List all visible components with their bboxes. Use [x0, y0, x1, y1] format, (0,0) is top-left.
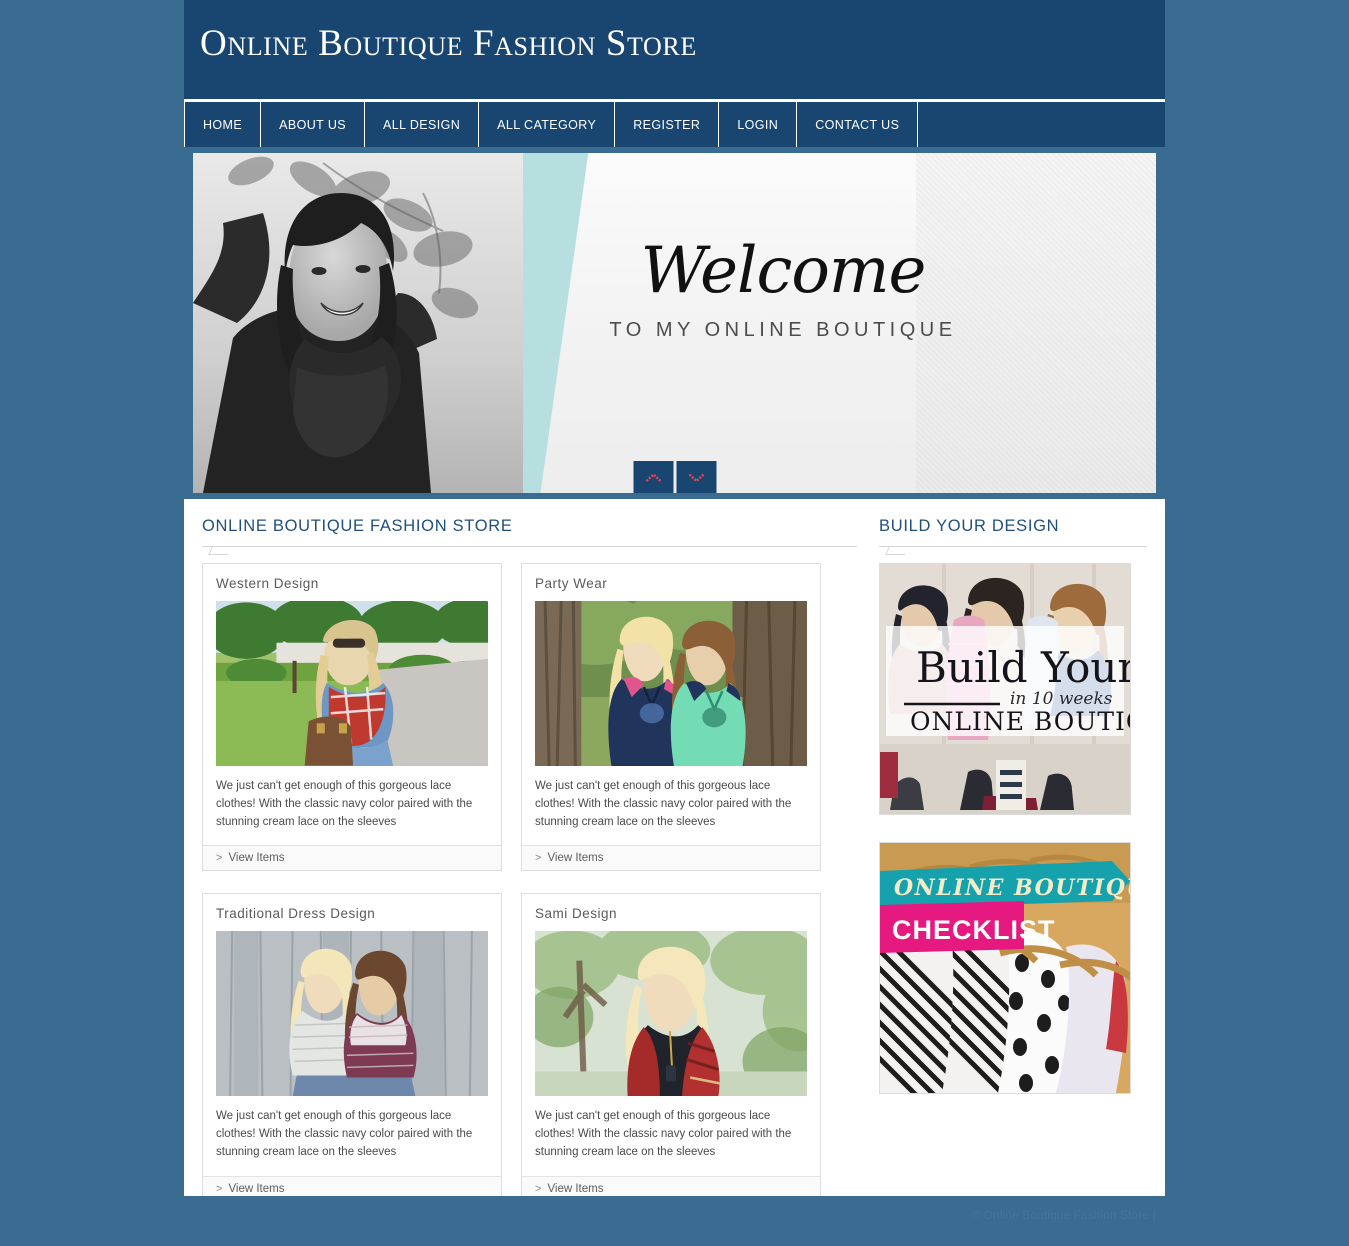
hero-subtitle: TO MY ONLINE BOUTIQUE [609, 319, 957, 341]
banner-line1: Build Your [916, 643, 1130, 692]
nav-item-all-category[interactable]: ALL CATEGORY [479, 102, 616, 147]
site-footer: © Online Boutique Fashion Store | [184, 1196, 1165, 1246]
card-view-items-label: View Items [547, 852, 604, 865]
main-section-rule [202, 546, 857, 547]
site-title: Online Boutique Fashion Store [200, 23, 697, 64]
chevron-right-icon: > [535, 852, 542, 865]
nav-item-contact-us[interactable]: CONTACT US [797, 102, 919, 147]
sidebar-column: BUILD YOUR DESIGN Build Your in 10 weeks… [879, 517, 1147, 1202]
card-image-western-design [216, 601, 488, 766]
design-card[interactable]: Party Wear We just can't get enough of t… [521, 563, 821, 872]
design-card[interactable]: Sami Design We just can't get enough of … [521, 893, 821, 1202]
nav-item-register[interactable]: REGISTER [615, 102, 720, 147]
site-wrapper: Online Boutique Fashion Store HOME ABOUT… [184, 0, 1165, 1246]
design-card[interactable]: Western Design We just can't get enough … [202, 563, 502, 872]
chevron-right-icon: > [216, 852, 223, 865]
main-column: ONLINE BOUTIQUE FASHION STORE Western De… [202, 517, 857, 1202]
nav-item-home[interactable]: HOME [184, 102, 262, 147]
card-title: Sami Design [535, 906, 618, 922]
card-view-items-label: View Items [547, 1182, 604, 1195]
hero-prev-button[interactable] [633, 461, 673, 493]
hero-text-block: Welcome TO MY ONLINE BOUTIQUE [573, 239, 993, 342]
main-navigation[interactable]: HOME ABOUT US ALL DESIGN ALL CATEGORY RE… [184, 102, 1165, 147]
chevron-up-icon [645, 472, 661, 482]
card-description: We just can't get enough of this gorgeou… [216, 780, 473, 828]
design-card-grid: Western Design We just can't get enough … [202, 563, 857, 1202]
card-view-items-label: View Items [228, 1182, 285, 1195]
page-root: Online Boutique Fashion Store HOME ABOUT… [0, 0, 1349, 1246]
hero-carousel-controls[interactable] [633, 461, 716, 493]
card-view-items-link[interactable]: > View Items [522, 845, 820, 871]
hero-next-button[interactable] [676, 461, 716, 493]
main-section-title: ONLINE BOUTIQUE FASHION STORE [202, 517, 513, 535]
card-view-items-label: View Items [228, 852, 285, 865]
content-area: ONLINE BOUTIQUE FASHION STORE Western De… [184, 499, 1165, 1236]
sidebar-section-header: BUILD YOUR DESIGN [879, 517, 1147, 555]
site-header: Online Boutique Fashion Store [184, 0, 1165, 99]
chevron-down-icon [688, 473, 704, 482]
sidebar-section-notch [885, 547, 909, 555]
hero-welcome-heading: Welcome [640, 234, 927, 308]
hero-model-photo [193, 153, 523, 493]
card-description: We just can't get enough of this gorgeou… [216, 1110, 473, 1159]
nav-item-about-us[interactable]: ABOUT US [261, 102, 365, 147]
main-section-notch [208, 547, 232, 555]
checklist-line1: ONLINE BOUTIQUE [894, 875, 1130, 901]
card-image-traditional-dress-design [216, 931, 488, 1097]
chevron-right-icon: > [535, 1182, 542, 1195]
footer-copyright: © Online Boutique Fashion Store | [971, 1210, 1156, 1222]
checklist-line2: CHECKLIST [892, 915, 1056, 945]
nav-item-login[interactable]: LOGIN [719, 102, 798, 147]
card-description: We just can't get enough of this gorgeou… [535, 1110, 792, 1159]
chevron-right-icon: > [216, 1182, 223, 1195]
card-image-party-wear [535, 601, 807, 766]
card-description: We just can't get enough of this gorgeou… [535, 780, 792, 828]
nav-item-all-design[interactable]: ALL DESIGN [365, 102, 480, 147]
card-title: Traditional Dress Design [216, 906, 376, 922]
banner-line2: in 10 weeks [1010, 689, 1113, 709]
card-image-sami-design [535, 931, 807, 1097]
sidebar-banner-build-your-design[interactable]: Build Your in 10 weeks ONLINE BOUTIQUE [879, 563, 1131, 815]
main-section-header: ONLINE BOUTIQUE FASHION STORE [202, 517, 857, 555]
sidebar-banner-checklist[interactable]: ONLINE BOUTIQUE CHECKLIST [879, 842, 1131, 1094]
sidebar-section-title: BUILD YOUR DESIGN [879, 517, 1060, 535]
banner-line3: ONLINE BOUTIQUE [910, 707, 1130, 736]
card-title: Western Design [216, 576, 319, 591]
card-title: Party Wear [535, 576, 608, 591]
hero-carousel: Welcome TO MY ONLINE BOUTIQUE [193, 153, 1156, 493]
card-view-items-link[interactable]: > View Items [203, 845, 501, 871]
design-card[interactable]: Traditional Dress Design We just can't g… [202, 893, 502, 1202]
sidebar-section-rule [879, 546, 1147, 547]
